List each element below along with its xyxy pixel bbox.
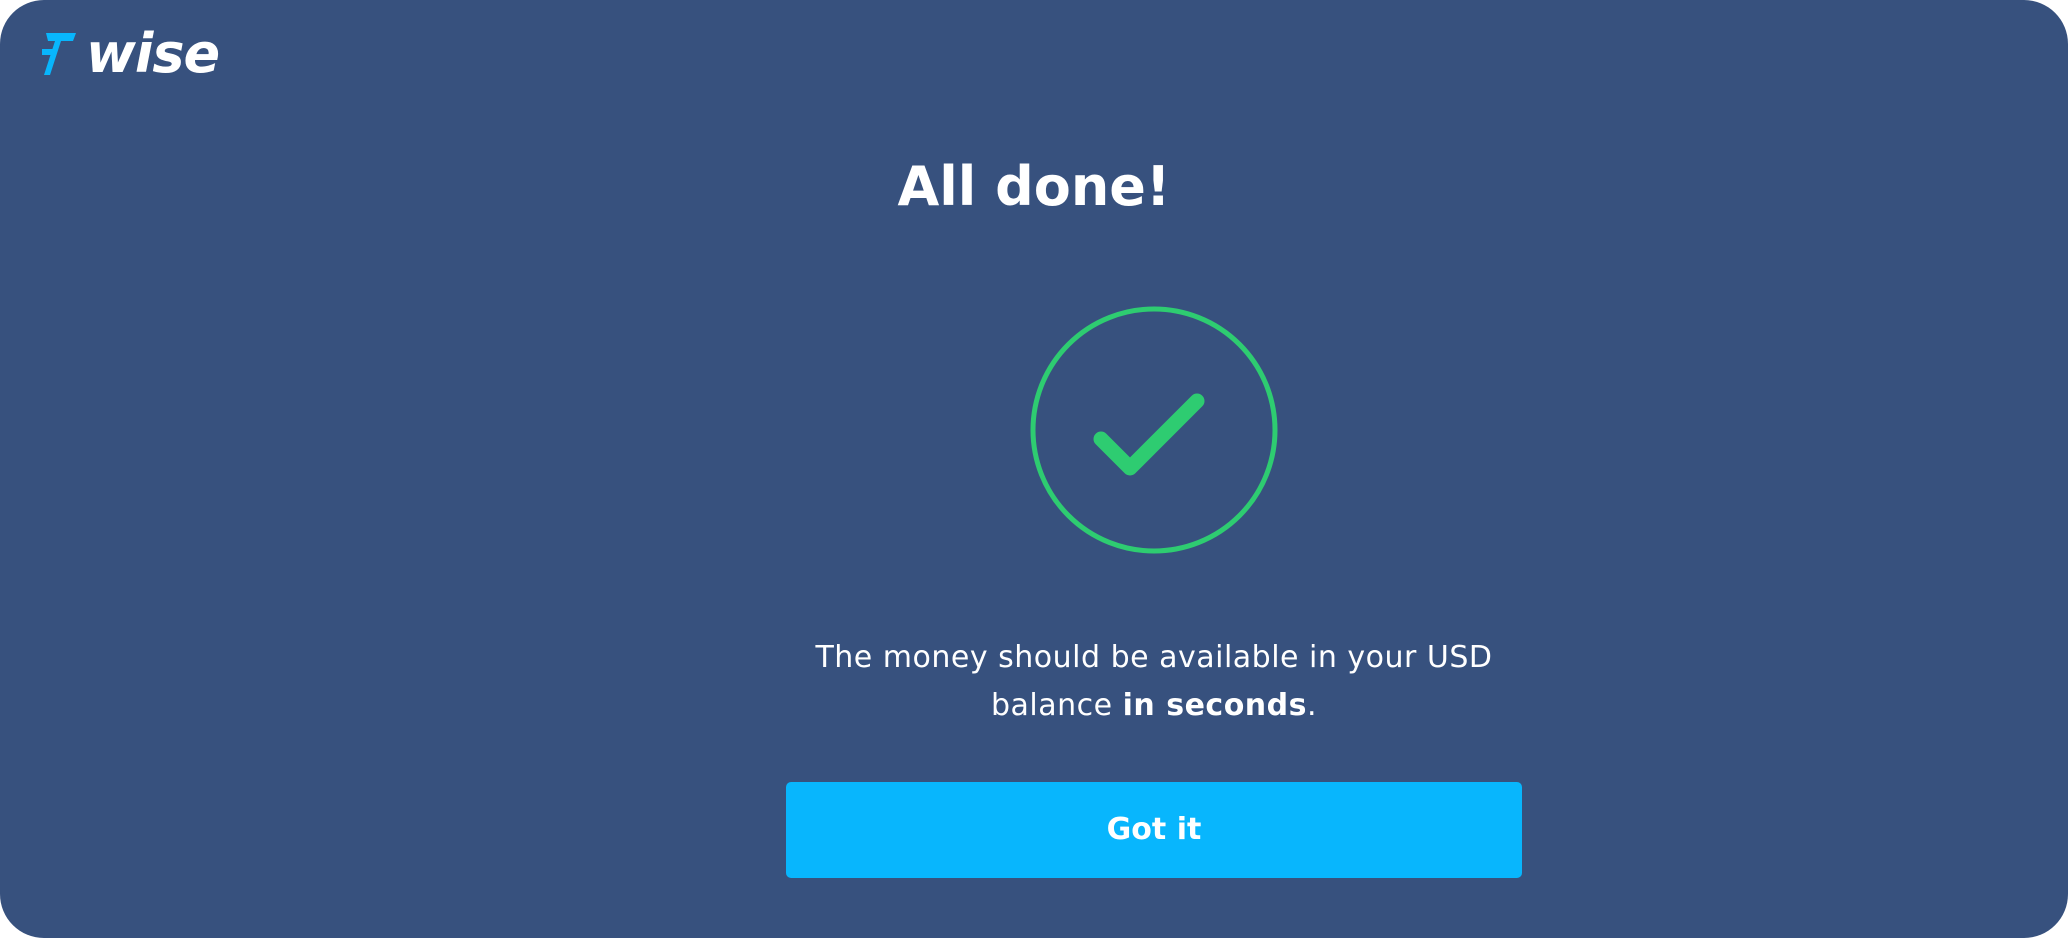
got-it-button[interactable]: Got it xyxy=(786,782,1522,878)
brand-wordmark: wise xyxy=(86,22,220,85)
confirmation-message: The money should be available in your US… xyxy=(780,634,1528,730)
wise-flag-icon xyxy=(42,33,76,75)
success-dialog: wise All done! The money should be avail… xyxy=(0,0,2068,938)
message-period: . xyxy=(1307,688,1318,723)
message-emphasis: in seconds xyxy=(1122,688,1307,723)
wise-logo: wise xyxy=(40,22,220,85)
checkmark-circle-icon xyxy=(1030,306,1278,554)
dialog-title: All done! xyxy=(897,155,1171,218)
